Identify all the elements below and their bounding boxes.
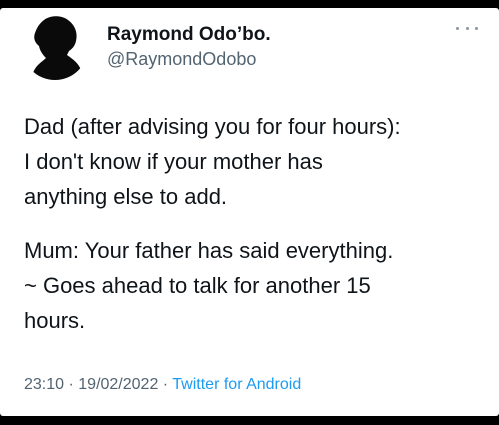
more-options-icon[interactable] bbox=[454, 21, 480, 35]
dot-icon bbox=[456, 26, 459, 30]
dot-icon bbox=[475, 26, 478, 30]
tweet-text-line: hours. bbox=[24, 308, 86, 333]
meta-separator: · bbox=[158, 376, 173, 393]
tweet-meta: 23:10 · 19/02/2022 · Twitter for Android bbox=[24, 376, 301, 394]
tweet-paragraph: Dad (after advising you for four hours):… bbox=[24, 109, 492, 214]
tweet-text-line: Mum: Your father has said everything. bbox=[24, 238, 394, 263]
author-name[interactable]: Raymond Odo’bo. bbox=[107, 24, 271, 46]
author-handle[interactable]: @RaymondOdobo bbox=[107, 49, 256, 70]
dot-icon bbox=[465, 26, 469, 30]
meta-separator: · bbox=[64, 376, 79, 393]
avatar[interactable] bbox=[22, 14, 88, 80]
tweet-time[interactable]: 23:10 bbox=[24, 376, 64, 393]
tweet-text-line: I don't know if your mother has bbox=[24, 149, 323, 174]
tweet-text-line: ~ Goes ahead to talk for another 15 bbox=[24, 273, 371, 298]
tweet-card: Raymond Odo’bo. @RaymondOdobo Dad (after… bbox=[0, 8, 499, 416]
tweet-paragraph: Mum: Your father has said everything. ~ … bbox=[24, 233, 492, 338]
tweet-text-line: anything else to add. bbox=[24, 184, 228, 209]
silhouette-profile-icon bbox=[22, 14, 88, 80]
tweet-text-line: Dad (after advising you for four hours): bbox=[24, 114, 401, 139]
tweet-source-link[interactable]: Twitter for Android bbox=[172, 376, 301, 393]
tweet-date[interactable]: 19/02/2022 bbox=[78, 376, 158, 393]
